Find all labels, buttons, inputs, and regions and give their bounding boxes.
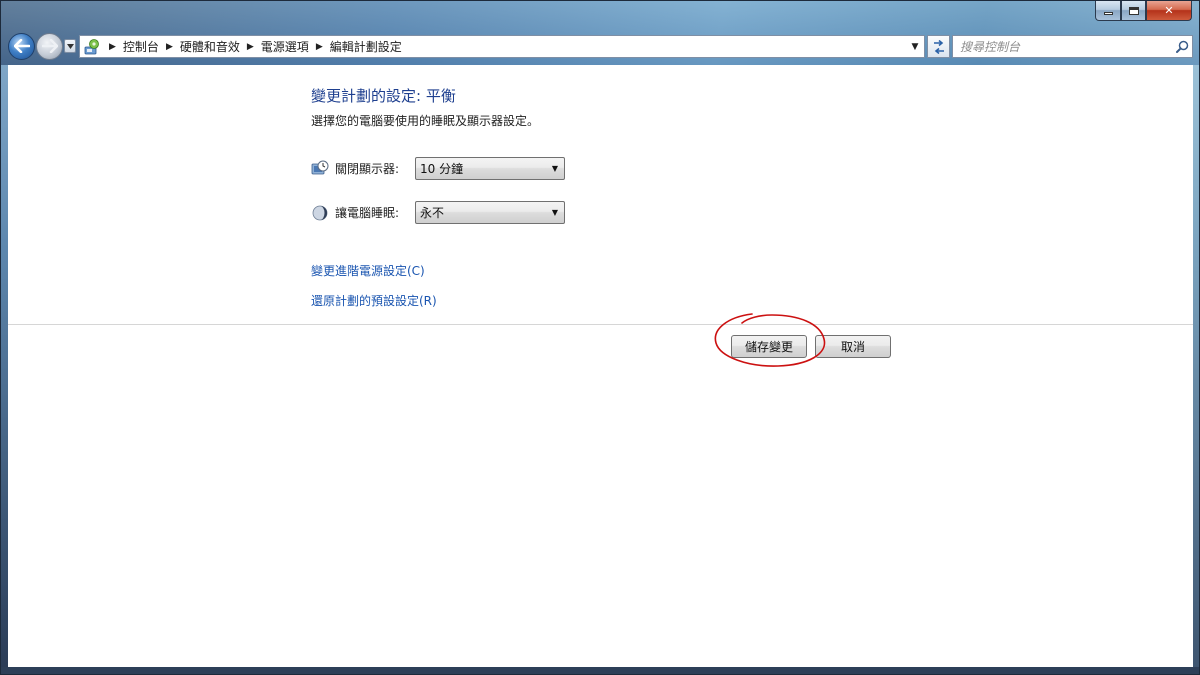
breadcrumb-separator[interactable]: ▶ (247, 42, 254, 52)
address-bar[interactable]: ▶ 控制台 ▶ 硬體和音效 ▶ 電源選項 ▶ 編輯計劃設定 ▼ (79, 35, 925, 58)
window-caption-buttons: ✕ (1095, 1, 1192, 21)
red-circle-annotation (714, 313, 826, 367)
window-frame-bottom (1, 667, 1199, 674)
recent-pages-dropdown[interactable] (64, 39, 76, 53)
control-panel-window: ✕ ▶ 控制台 ▶ 硬體和音效 ▶ 電源選項 ▶ 編輯計劃設定 ▼ 搜尋控制台 … (0, 0, 1200, 675)
window-frame-right (1193, 65, 1199, 674)
back-button[interactable] (8, 32, 35, 60)
maximize-button[interactable] (1121, 1, 1146, 21)
chevron-down-icon (66, 43, 74, 49)
page-title: 變更計劃的設定: 平衡 (311, 87, 456, 105)
breadcrumb-hardware-sound[interactable]: 硬體和音效 (180, 38, 240, 55)
turn-off-display-select[interactable]: 10 分鐘 ▼ (415, 157, 565, 180)
search-icon[interactable] (1172, 40, 1192, 53)
turn-off-display-row: 關閉顯示器: 10 分鐘 ▼ (311, 157, 565, 180)
breadcrumb-control-panel[interactable]: 控制台 (123, 38, 159, 55)
moon-icon (311, 204, 329, 222)
divider (8, 324, 1193, 325)
control-panel-icon (82, 37, 102, 57)
page-description: 選擇您的電腦要使用的睡眠及顯示器設定。 (311, 114, 540, 128)
close-icon: ✕ (1164, 4, 1174, 17)
monitor-clock-icon (311, 160, 329, 178)
turn-off-display-value: 10 分鐘 (420, 162, 464, 176)
chevron-down-icon: ▼ (551, 208, 558, 217)
content-pane: 變更計劃的設定: 平衡 選擇您的電腦要使用的睡眠及顯示器設定。 關閉顯示器: 1… (8, 65, 1193, 667)
turn-off-display-label: 關閉顯示器: (335, 162, 400, 176)
back-arrow-icon (13, 39, 30, 53)
minimize-icon (1103, 12, 1113, 15)
window-frame-left (1, 65, 8, 674)
minimize-button[interactable] (1095, 1, 1121, 21)
sleep-value: 永不 (420, 206, 445, 220)
search-box[interactable] (952, 35, 1193, 58)
sleep-row: 讓電腦睡眠: 永不 ▼ (311, 201, 565, 224)
close-button[interactable]: ✕ (1146, 1, 1192, 21)
breadcrumb-separator[interactable]: ▶ (316, 42, 323, 52)
search-input[interactable] (953, 39, 1172, 54)
forward-arrow-icon (41, 39, 58, 53)
address-history-dropdown[interactable]: ▼ (906, 36, 924, 57)
restore-defaults-link[interactable]: 還原計劃的預設設定(R) (311, 292, 437, 309)
breadcrumb-edit-plan-settings[interactable]: 編輯計劃設定 (330, 38, 402, 55)
advanced-power-settings-link[interactable]: 變更進階電源設定(C) (311, 262, 425, 279)
refresh-icon (933, 39, 944, 54)
refresh-button[interactable] (927, 35, 950, 58)
sleep-label: 讓電腦睡眠: (335, 206, 400, 220)
breadcrumb-separator[interactable]: ▶ (109, 42, 116, 52)
breadcrumb-power-options[interactable]: 電源選項 (261, 38, 309, 55)
forward-button[interactable] (36, 32, 63, 60)
chevron-down-icon: ▼ (551, 164, 558, 173)
breadcrumb-separator[interactable]: ▶ (166, 42, 173, 52)
maximize-icon (1128, 6, 1139, 15)
sleep-select[interactable]: 永不 ▼ (415, 201, 565, 224)
navigation-bar: ▶ 控制台 ▶ 硬體和音效 ▶ 電源選項 ▶ 編輯計劃設定 ▼ (8, 31, 1193, 61)
